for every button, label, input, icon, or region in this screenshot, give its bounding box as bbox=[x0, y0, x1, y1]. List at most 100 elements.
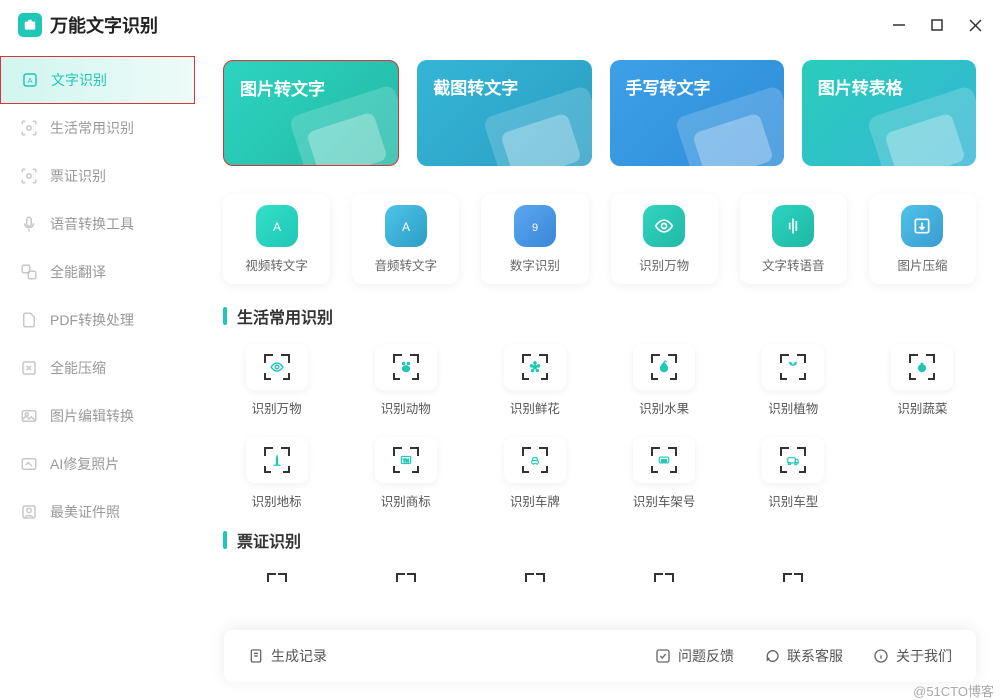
recog-item[interactable]: 识别蔬菜 bbox=[869, 344, 976, 417]
recog-label: 识别水果 bbox=[639, 398, 689, 417]
recog-icon bbox=[633, 344, 695, 390]
feedback-button[interactable]: 问题反馈 bbox=[655, 646, 734, 666]
scan-icon bbox=[20, 119, 38, 137]
about-button[interactable]: 关于我们 bbox=[873, 646, 952, 666]
recog-label: 识别万物 bbox=[252, 398, 302, 417]
maximize-button[interactable] bbox=[930, 18, 944, 32]
hero-image-to-text[interactable]: 图片转文字 bbox=[223, 60, 399, 166]
tool-audio-to-text[interactable]: A 音频转文字 bbox=[352, 194, 459, 284]
tool-video-to-text[interactable]: A视频转文字 bbox=[223, 194, 330, 284]
bottom-bar: 生成记录 问题反馈 联系客服 关于我们 bbox=[224, 630, 976, 682]
tool-text-to-speech[interactable]: 文字转语音 bbox=[740, 194, 847, 284]
sidebar-item-life[interactable]: 生活常用识别 bbox=[0, 104, 195, 152]
support-label: 联系客服 bbox=[787, 646, 843, 666]
recog-item[interactable]: 识别水果 bbox=[610, 344, 717, 417]
recog-icon bbox=[891, 344, 953, 390]
tool-recognize-all[interactable]: 识别万物 bbox=[611, 194, 718, 284]
sidebar-item-idphoto[interactable]: 最美证件照 bbox=[0, 488, 195, 536]
records-label: 生成记录 bbox=[271, 646, 327, 666]
recog-item[interactable]: 识别鲜花 bbox=[481, 344, 588, 417]
sidebar-item-audio[interactable]: 语音转换工具 bbox=[0, 200, 195, 248]
recog-icon: 999 bbox=[633, 437, 695, 483]
sidebar-item-label: 全能翻译 bbox=[50, 262, 106, 282]
sidebar-item-label: 生活常用识别 bbox=[50, 118, 134, 138]
tool-label: 图片压缩 bbox=[897, 255, 947, 274]
image-icon bbox=[20, 407, 38, 425]
svg-text:999: 999 bbox=[661, 459, 667, 463]
info-icon bbox=[873, 648, 889, 664]
sidebar-item-label: AI修复照片 bbox=[50, 454, 119, 474]
section-ticket-title: 票证识别 bbox=[223, 528, 976, 552]
sidebar-item-label: 图片编辑转换 bbox=[50, 406, 134, 426]
tool-label: 视频转文字 bbox=[245, 255, 308, 274]
recog-icon bbox=[246, 437, 308, 483]
recog-icon bbox=[762, 568, 824, 588]
recog-item[interactable]: 识别地标 bbox=[223, 437, 330, 510]
sidebar-item-label: PDF转换处理 bbox=[50, 310, 134, 330]
records-icon bbox=[248, 648, 264, 664]
ocr-icon: A bbox=[21, 71, 39, 89]
sidebar-item-label: 文字识别 bbox=[51, 70, 107, 90]
recog-item[interactable] bbox=[610, 568, 717, 588]
recog-item[interactable]: 999识别车架号 bbox=[610, 437, 717, 510]
generate-records-button[interactable]: 生成记录 bbox=[248, 646, 327, 666]
close-button[interactable] bbox=[968, 18, 982, 32]
recog-item[interactable]: 识别万物 bbox=[223, 344, 330, 417]
titlebar-left: 万能文字识别 bbox=[18, 12, 158, 38]
tool-number-ocr[interactable]: 9数字识别 bbox=[481, 194, 588, 284]
recog-item[interactable] bbox=[352, 568, 459, 588]
sidebar-item-pdf[interactable]: PDF转换处理 bbox=[0, 296, 195, 344]
recog-icon bbox=[762, 437, 824, 483]
hero-screenshot-to-text[interactable]: 截图转文字 bbox=[417, 60, 591, 166]
support-button[interactable]: 联系客服 bbox=[764, 646, 843, 666]
number-icon: 9 bbox=[514, 205, 556, 247]
tool-label: 文字转语音 bbox=[762, 255, 825, 274]
hero-label: 手写转文字 bbox=[626, 79, 711, 98]
hero-label: 图片转文字 bbox=[240, 80, 325, 99]
tool-image-compress[interactable]: 图片压缩 bbox=[869, 194, 976, 284]
sidebar-item-text-ocr[interactable]: A 文字识别 bbox=[0, 56, 195, 104]
hero-image-to-table[interactable]: 图片转表格 bbox=[802, 60, 976, 166]
recog-item[interactable]: 识别车型 bbox=[740, 437, 847, 510]
recog-item[interactable]: 识别动物 bbox=[352, 344, 459, 417]
sidebar-item-label: 语音转换工具 bbox=[50, 214, 134, 234]
app-title: 万能文字识别 bbox=[50, 12, 158, 38]
recog-item[interactable]: 识别植物 bbox=[740, 344, 847, 417]
minimize-button[interactable] bbox=[892, 18, 906, 32]
watermark: @51CTO博客 bbox=[913, 681, 994, 700]
download-icon bbox=[901, 205, 943, 247]
recog-item[interactable]: 识别车牌 bbox=[481, 437, 588, 510]
recog-item[interactable]: TM识别商标 bbox=[352, 437, 459, 510]
tts-icon bbox=[772, 205, 814, 247]
sidebar-item-translate[interactable]: 全能翻译 bbox=[0, 248, 195, 296]
sidebar: A 文字识别 生活常用识别 票证识别 语音转换工具 全能翻译 PDF转换处理 全… bbox=[0, 50, 195, 700]
recog-icon bbox=[504, 437, 566, 483]
hero-handwriting-to-text[interactable]: 手写转文字 bbox=[610, 60, 784, 166]
recog-item[interactable] bbox=[740, 568, 847, 588]
chat-icon bbox=[764, 648, 780, 664]
recog-item[interactable] bbox=[223, 568, 330, 588]
recog-icon bbox=[762, 344, 824, 390]
sidebar-item-label: 全能压缩 bbox=[50, 358, 106, 378]
tool-label: 音频转文字 bbox=[375, 255, 438, 274]
about-label: 关于我们 bbox=[896, 646, 952, 666]
sidebar-item-ticket[interactable]: 票证识别 bbox=[0, 152, 195, 200]
recog-item[interactable] bbox=[481, 568, 588, 588]
svg-text:A: A bbox=[27, 76, 32, 85]
life-recognition-grid: 识别万物 识别动物识别鲜花识别水果 识别植物识别蔬菜识别地标 TM识别商标识别车牌 99… bbox=[223, 344, 976, 510]
recog-label: 识别车牌 bbox=[510, 491, 560, 510]
compress-icon bbox=[20, 359, 38, 377]
recog-label: 识别蔬菜 bbox=[897, 398, 947, 417]
sidebar-item-ai-restore[interactable]: AI修复照片 bbox=[0, 440, 195, 488]
tool-row: A视频转文字 A 音频转文字 9数字识别 识别万物 文字转语音 图片压缩 bbox=[223, 194, 976, 284]
app-logo-icon bbox=[18, 13, 42, 37]
ticket-recognition-grid bbox=[223, 568, 976, 588]
sidebar-item-image-edit[interactable]: 图片编辑转换 bbox=[0, 392, 195, 440]
recog-icon bbox=[246, 344, 308, 390]
content: 图片转文字 截图转文字 手写转文字 图片转表格 A视频转文字 A 音频转文字 9数… bbox=[195, 50, 1000, 700]
sidebar-item-label: 最美证件照 bbox=[50, 502, 120, 522]
radio-icon: A bbox=[385, 205, 427, 247]
sidebar-item-compress[interactable]: 全能压缩 bbox=[0, 344, 195, 392]
ticket-icon bbox=[20, 167, 38, 185]
titlebar: 万能文字识别 bbox=[0, 0, 1000, 50]
